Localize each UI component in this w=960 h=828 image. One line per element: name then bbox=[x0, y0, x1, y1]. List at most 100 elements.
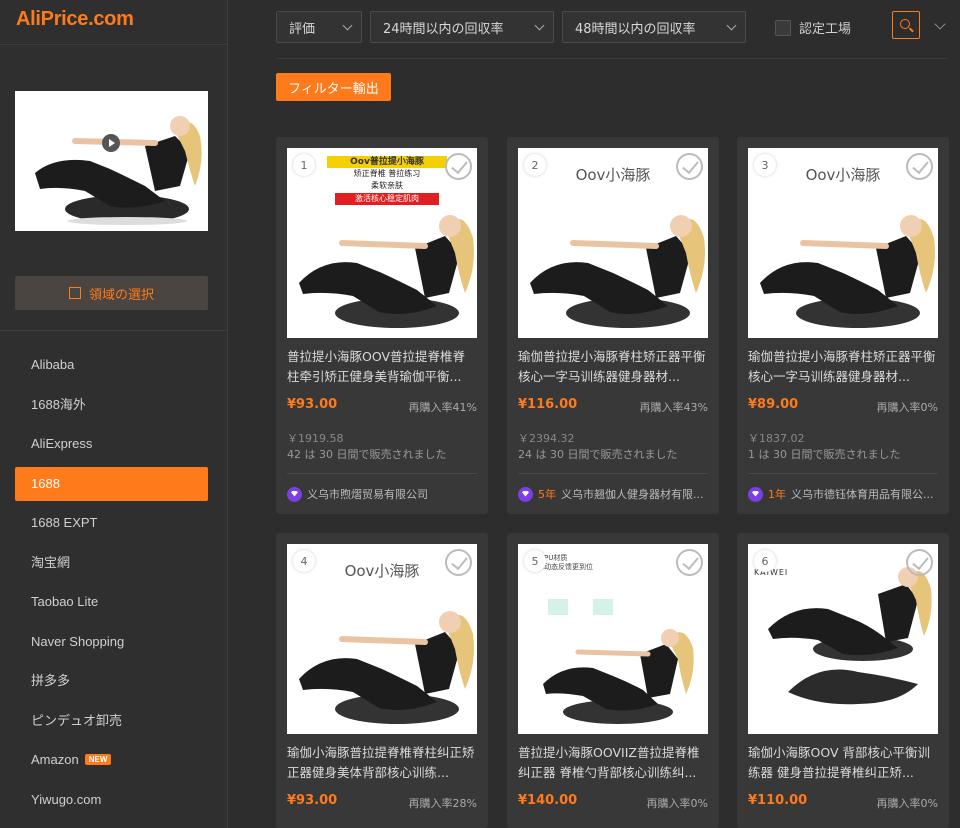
divider bbox=[287, 473, 477, 474]
rebuy-48h-label: 48時間以内の回収率 bbox=[575, 21, 696, 37]
select-check-icon[interactable] bbox=[906, 153, 933, 180]
product-card[interactable]: KAIWEI 6 瑜伽小海豚OOV 背部核心平衡训练器 健身普拉提脊椎纠正矫..… bbox=[737, 533, 949, 828]
nav-item-taobao-lite[interactable]: Taobao Lite bbox=[15, 585, 208, 619]
nav-label: Alibaba bbox=[31, 357, 75, 372]
nav-item-pinduoduo-wholesale[interactable]: ピンデュオ卸売 bbox=[15, 704, 208, 738]
product-rank-badge: 5 bbox=[524, 550, 546, 572]
certified-factory-toggle[interactable]: 認定工場 bbox=[775, 18, 851, 37]
nav-label: 1688 EXPT bbox=[31, 515, 98, 530]
nav-item-1688-expt[interactable]: 1688 EXPT bbox=[15, 506, 208, 540]
nav-label: 淘宝網 bbox=[31, 554, 71, 570]
product-title[interactable]: 瑜伽普拉提小海豚脊柱矫正器平衡核心一字马训练器健身器材... bbox=[518, 347, 708, 387]
nav-item-aliexpress[interactable]: AliExpress bbox=[15, 427, 208, 461]
nav-label: 1688 bbox=[31, 475, 60, 491]
nav-item-1688-overseas[interactable]: 1688海外 bbox=[15, 388, 208, 422]
nav-label: 拼多多 bbox=[31, 673, 71, 688]
chevron-down-icon[interactable] bbox=[934, 18, 946, 30]
product-image[interactable]: Oov小海豚 3 bbox=[748, 148, 938, 338]
nav-item-amazon[interactable]: Amazon NEW bbox=[15, 743, 208, 777]
product-rank-badge: 6 bbox=[754, 550, 776, 572]
select-check-icon[interactable] bbox=[906, 549, 933, 576]
product-title[interactable]: 瑜伽普拉提小海豚脊柱矫正器平衡核心一字马训练器健身器材... bbox=[748, 347, 938, 387]
rebuy-48h-dropdown[interactable]: 48時間以内の回収率 bbox=[562, 11, 746, 43]
sales-count: 1 は 30 日間で販売されました bbox=[748, 448, 901, 461]
platform-nav: Alibaba 1688海外 AliExpress 1688 1688 EXPT… bbox=[15, 348, 208, 822]
filter-export-button[interactable]: フィルター輸出 bbox=[276, 73, 391, 101]
product-image[interactable]: Oov普拉提小海豚 矫正脊椎 普拉练习 柔软亲肤 激活核心稳定肌肉 1 bbox=[287, 148, 477, 338]
select-check-icon[interactable] bbox=[445, 549, 472, 576]
select-check-icon[interactable] bbox=[676, 153, 703, 180]
select-area-label: 領域の選択 bbox=[88, 287, 154, 303]
aliprice-logo[interactable]: AliPrice.com bbox=[16, 8, 134, 31]
sales-count: 42 は 30 日間で販売されました bbox=[287, 448, 447, 461]
nav-label: AliExpress bbox=[31, 436, 93, 451]
product-rank-badge: 2 bbox=[524, 154, 546, 176]
certified-checkbox[interactable] bbox=[775, 19, 791, 36]
product-card[interactable]: Oov小海豚 2 瑜伽普拉提小海豚脊柱矫正器平衡核心一字马训练器健身器材... … bbox=[507, 137, 719, 514]
nav-label: 1688海外 bbox=[31, 396, 86, 412]
select-check-icon[interactable] bbox=[445, 153, 472, 180]
diamond-icon bbox=[518, 486, 533, 502]
play-icon[interactable] bbox=[102, 134, 120, 152]
product-image[interactable]: Oov小海豚 4 bbox=[287, 544, 477, 734]
fitness-figure-image bbox=[35, 116, 202, 225]
nav-item-taobao[interactable]: 淘宝網 bbox=[15, 546, 208, 580]
divider bbox=[276, 58, 948, 59]
supplier-years: 5年 bbox=[538, 488, 556, 501]
nav-item-yiwugo[interactable]: Yiwugo.com bbox=[15, 783, 208, 817]
nav-label: ピンデュオ卸売 bbox=[31, 712, 123, 728]
product-card[interactable]: Oov小海豚 4 瑜伽小海豚普拉提脊椎脊柱纠正矫正器健身美体背部核心训练... … bbox=[276, 533, 488, 828]
product-title[interactable]: 普拉提小海豚OOV普拉提脊椎脊柱牵引矫正健身美背瑜伽平衡... bbox=[287, 347, 477, 387]
new-badge: NEW bbox=[84, 754, 112, 765]
diamond-icon bbox=[287, 486, 302, 502]
product-price: ¥89.00 bbox=[748, 397, 799, 412]
product-image[interactable]: KAIWEI 6 bbox=[748, 544, 938, 734]
source-image-preview[interactable] bbox=[15, 91, 208, 231]
product-card[interactable]: 柔性PU材质 身体动态反馈更到位 5 普拉提小海豚OOVIIZ普拉提脊椎纠正器 … bbox=[507, 533, 719, 828]
supplier-link[interactable]: 义乌市煦熠贸易有限公司 bbox=[287, 486, 477, 502]
nav-item-naver[interactable]: Naver Shopping bbox=[15, 625, 208, 659]
select-check-icon[interactable] bbox=[676, 549, 703, 576]
chevron-down-icon bbox=[534, 20, 545, 30]
divider bbox=[0, 330, 228, 331]
search-button[interactable] bbox=[892, 11, 920, 39]
original-price: ￥1837.02 bbox=[748, 432, 805, 445]
rebuy-rate: 再購入率28% bbox=[408, 797, 477, 810]
nav-label: Yiwugo.com bbox=[31, 791, 102, 807]
search-icon bbox=[900, 19, 910, 29]
supplier-name: 义乌市翘伽人健身器材有限... bbox=[561, 488, 704, 501]
nav-item-pinduoduo[interactable]: 拼多多 bbox=[15, 664, 208, 698]
divider bbox=[518, 473, 708, 474]
chevron-down-icon bbox=[342, 20, 353, 30]
supplier-name: 义乌市德钰体育用品有限公... bbox=[791, 488, 934, 501]
product-title[interactable]: 瑜伽小海豚普拉提脊椎脊柱纠正矫正器健身美体背部核心训练... bbox=[287, 743, 477, 783]
nav-item-alibaba[interactable]: Alibaba bbox=[15, 348, 208, 382]
sales-count: 24 は 30 日間で販売されました bbox=[518, 448, 678, 461]
select-area-button[interactable]: 領域の選択 bbox=[15, 276, 208, 310]
chevron-down-icon bbox=[726, 20, 737, 30]
product-title[interactable]: 普拉提小海豚OOVIIZ普拉提脊椎纠正器 脊椎勺背部核心训练纠... bbox=[518, 743, 708, 783]
product-rank-badge: 4 bbox=[293, 550, 315, 572]
diamond-icon bbox=[748, 486, 763, 502]
product-title[interactable]: 瑜伽小海豚OOV 背部核心平衡训练器 健身普拉提脊椎纠正矫... bbox=[748, 743, 938, 783]
supplier-name: 义乌市煦熠贸易有限公司 bbox=[307, 488, 428, 501]
rebuy-24h-dropdown[interactable]: 24時間以内の回収率 bbox=[370, 11, 554, 43]
original-price: ￥1919.58 bbox=[287, 432, 344, 445]
rebuy-rate: 再購入率43% bbox=[639, 401, 708, 414]
rebuy-rate: 再購入率0% bbox=[646, 797, 708, 810]
nav-label: Naver Shopping bbox=[31, 633, 125, 649]
sort-label: 評価 bbox=[289, 21, 316, 37]
product-image[interactable]: 柔性PU材质 身体动态反馈更到位 5 bbox=[518, 544, 708, 734]
supplier-link[interactable]: 5年 义乌市翘伽人健身器材有限... bbox=[518, 486, 708, 502]
product-price: ¥93.00 bbox=[287, 397, 338, 412]
nav-label: Taobao Lite bbox=[31, 594, 99, 609]
product-price: ¥140.00 bbox=[518, 793, 578, 808]
nav-item-1688[interactable]: 1688 bbox=[15, 466, 208, 501]
rebuy-rate: 再購入率0% bbox=[876, 797, 938, 810]
sort-dropdown[interactable]: 評価 bbox=[276, 11, 362, 43]
rebuy-rate: 再購入率0% bbox=[876, 401, 938, 414]
product-image[interactable]: Oov小海豚 2 bbox=[518, 148, 708, 338]
product-card[interactable]: Oov普拉提小海豚 矫正脊椎 普拉练习 柔软亲肤 激活核心稳定肌肉 1 普拉提小… bbox=[276, 137, 488, 514]
product-card[interactable]: Oov小海豚 3 瑜伽普拉提小海豚脊柱矫正器平衡核心一字马训练器健身器材... … bbox=[737, 137, 949, 514]
supplier-link[interactable]: 1年 义乌市德钰体育用品有限公... bbox=[748, 486, 938, 502]
